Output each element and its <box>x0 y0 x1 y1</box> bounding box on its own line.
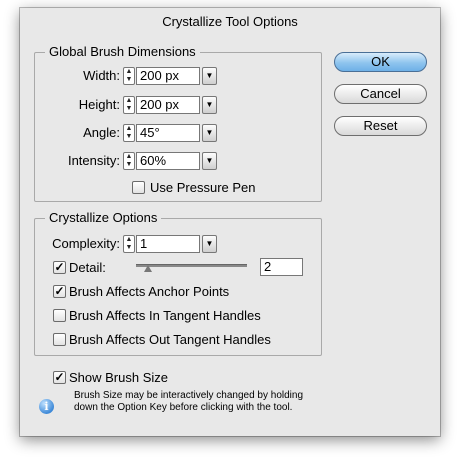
height-stepper-icon[interactable]: ▲ ▼ <box>123 96 135 114</box>
show-brush-size-label[interactable]: Show Brush Size <box>69 370 168 385</box>
intensity-dropdown-button[interactable]: ▼ <box>202 152 217 170</box>
brush-size-note: Brush Size may be interactively changed … <box>74 390 304 413</box>
complexity-label: Complexity: <box>52 236 120 251</box>
dialog-title: Crystallize Tool Options <box>162 14 298 29</box>
in-tangent-label[interactable]: Brush Affects In Tangent Handles <box>69 308 261 323</box>
width-stepper-icon[interactable]: ▲ ▼ <box>123 67 135 85</box>
in-tangent-checkbox[interactable] <box>53 309 66 322</box>
intensity-label: Intensity: <box>67 153 120 168</box>
height-input[interactable]: 200 px <box>136 96 200 114</box>
anchor-points-checkbox[interactable]: ✓ <box>53 285 66 298</box>
reset-button[interactable]: Reset <box>334 116 427 136</box>
detail-slider-thumb[interactable] <box>144 265 152 272</box>
width-input[interactable]: 200 px <box>136 67 200 85</box>
chevron-down-icon: ▼ <box>205 128 214 137</box>
height-label: Height: <box>78 97 120 112</box>
out-tangent-checkbox[interactable] <box>53 333 66 346</box>
detail-slider-track[interactable] <box>136 264 247 267</box>
chevron-down-icon: ▼ <box>205 156 214 165</box>
intensity-input[interactable]: 60% <box>136 152 200 170</box>
detail-checkbox[interactable]: ✓ <box>53 261 66 274</box>
cancel-button[interactable]: Cancel <box>334 84 427 104</box>
out-tangent-label[interactable]: Brush Affects Out Tangent Handles <box>69 332 271 347</box>
angle-stepper-icon[interactable]: ▲ ▼ <box>123 124 135 142</box>
detail-label[interactable]: Detail: <box>69 260 106 275</box>
crystallize-legend: Crystallize Options <box>45 210 162 225</box>
angle-label: Angle: <box>83 125 120 140</box>
global-brush-legend: Global Brush Dimensions <box>45 44 200 59</box>
show-brush-size-checkbox[interactable]: ✓ <box>53 371 66 384</box>
chevron-down-icon: ▼ <box>205 71 214 80</box>
detail-value-field[interactable]: 2 <box>260 258 303 276</box>
anchor-points-label[interactable]: Brush Affects Anchor Points <box>69 284 229 299</box>
intensity-stepper-icon[interactable]: ▲ ▼ <box>123 152 135 170</box>
use-pressure-pen-label[interactable]: Use Pressure Pen <box>150 180 256 195</box>
use-pressure-pen-checkbox[interactable] <box>132 181 145 194</box>
ok-button[interactable]: OK <box>334 52 427 72</box>
crystallize-dialog: Crystallize Tool Options Global Brush Di… <box>20 8 440 436</box>
angle-input[interactable]: 45° <box>136 124 200 142</box>
angle-dropdown-button[interactable]: ▼ <box>202 124 217 142</box>
complexity-input[interactable]: 1 <box>136 235 200 253</box>
chevron-down-icon: ▼ <box>205 239 214 248</box>
complexity-dropdown-button[interactable]: ▼ <box>202 235 217 253</box>
width-dropdown-button[interactable]: ▼ <box>202 67 217 85</box>
info-icon: i <box>39 399 54 414</box>
chevron-down-icon: ▼ <box>205 100 214 109</box>
complexity-stepper-icon[interactable]: ▲ ▼ <box>123 235 135 253</box>
width-label: Width: <box>83 68 120 83</box>
height-dropdown-button[interactable]: ▼ <box>202 96 217 114</box>
